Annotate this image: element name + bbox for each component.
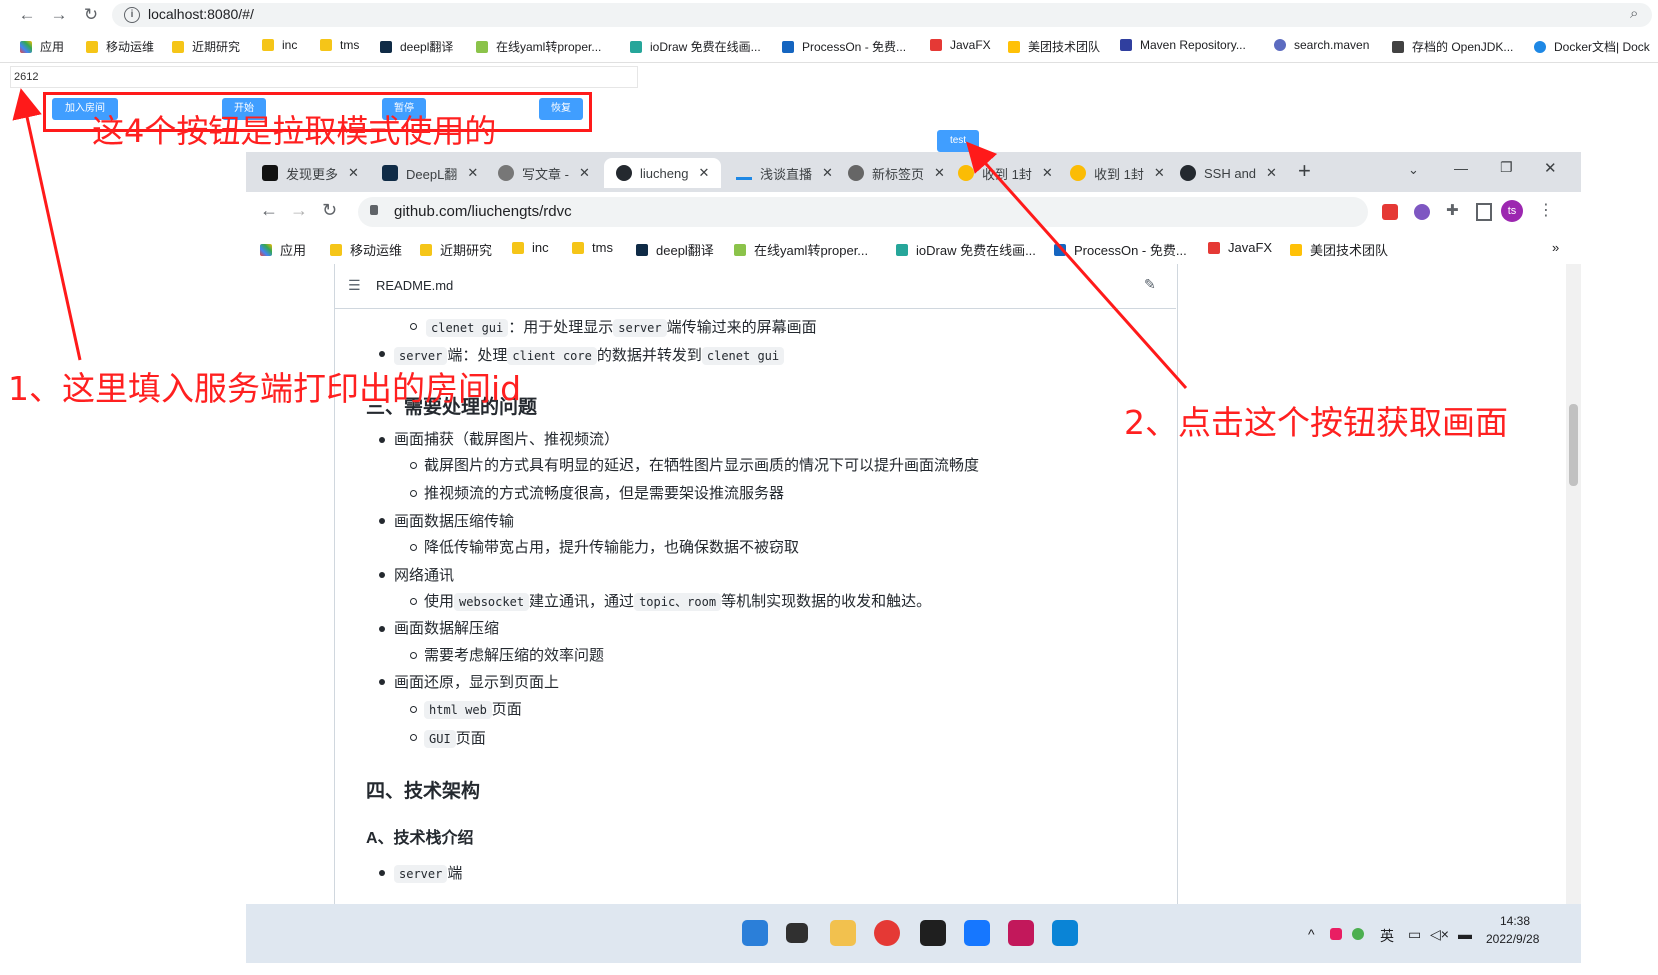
annotation-arrows [12, 88, 1188, 389]
arrow-to-room-input [12, 88, 82, 361]
arrow-to-test-button [966, 141, 1188, 389]
